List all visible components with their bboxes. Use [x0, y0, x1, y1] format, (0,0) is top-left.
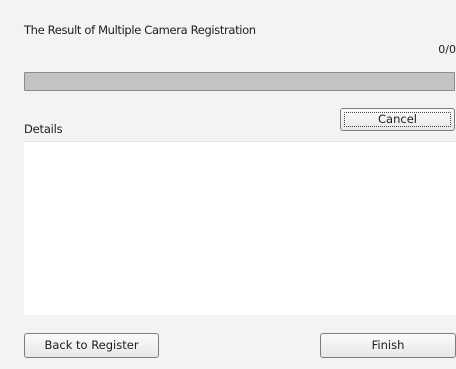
registration-result-panel: The Result of Multiple Camera Registrati…	[0, 0, 456, 369]
cancel-button-label: Cancel	[378, 112, 417, 126]
finish-button[interactable]: Finish	[320, 333, 456, 358]
dialog-title: The Result of Multiple Camera Registrati…	[24, 23, 256, 37]
details-text-area[interactable]	[24, 141, 456, 315]
registration-progress-bar	[24, 72, 455, 91]
details-label: Details	[24, 122, 63, 136]
registration-counter: 0/0	[438, 43, 456, 56]
cancel-button[interactable]: Cancel	[340, 108, 455, 131]
back-to-register-button[interactable]: Back to Register	[24, 333, 159, 358]
